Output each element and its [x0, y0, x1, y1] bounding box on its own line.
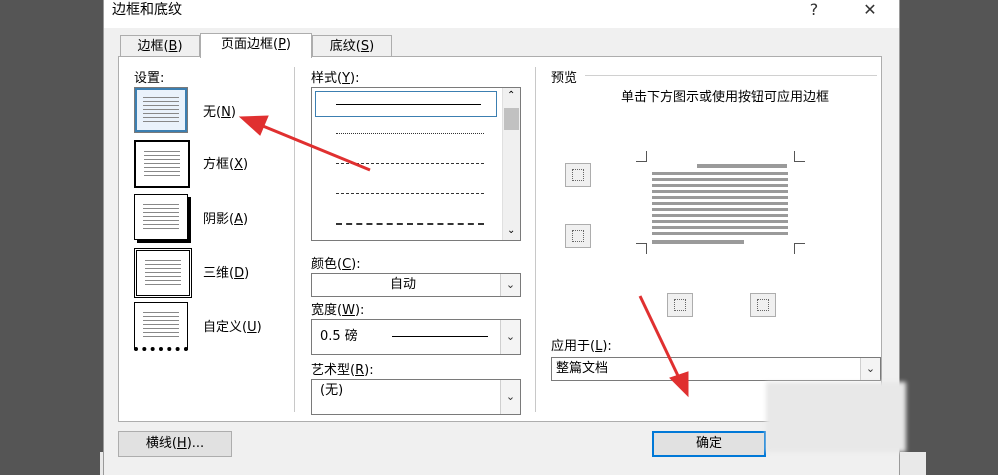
arrow-head-icon	[669, 371, 689, 398]
tab-page-border[interactable]: 页面边框(P)	[200, 33, 312, 58]
annotation-arrows	[238, 115, 689, 398]
arrow-to-none	[257, 122, 371, 172]
arrow-to-ok	[638, 295, 682, 381]
arrow-head-icon	[238, 115, 269, 136]
